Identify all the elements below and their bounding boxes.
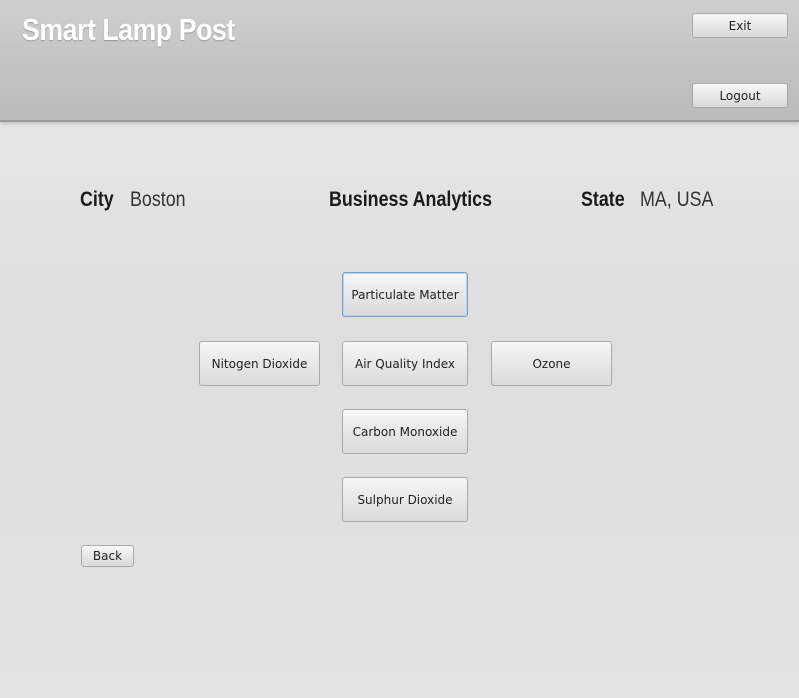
air-quality-index-button[interactable]: Air Quality Index <box>342 341 468 386</box>
page-title: Business Analytics <box>329 188 493 211</box>
state-label: State <box>581 188 625 211</box>
exit-button[interactable]: Exit <box>692 13 788 38</box>
nitrogen-dioxide-button[interactable]: Nitogen Dioxide <box>199 341 320 386</box>
header-bar: Smart Lamp Post Exit Logout <box>0 0 799 122</box>
logout-button[interactable]: Logout <box>692 83 788 108</box>
particulate-matter-button[interactable]: Particulate Matter <box>342 272 468 317</box>
carbon-monoxide-button[interactable]: Carbon Monoxide <box>342 409 468 454</box>
city-label: City <box>80 188 114 211</box>
ozone-button[interactable]: Ozone <box>491 341 612 386</box>
state-value: MA, USA <box>640 188 714 211</box>
city-value: Boston <box>130 188 186 211</box>
app-title: Smart Lamp Post <box>22 12 235 47</box>
back-button[interactable]: Back <box>81 545 134 567</box>
sulphur-dioxide-button[interactable]: Sulphur Dioxide <box>342 477 468 522</box>
